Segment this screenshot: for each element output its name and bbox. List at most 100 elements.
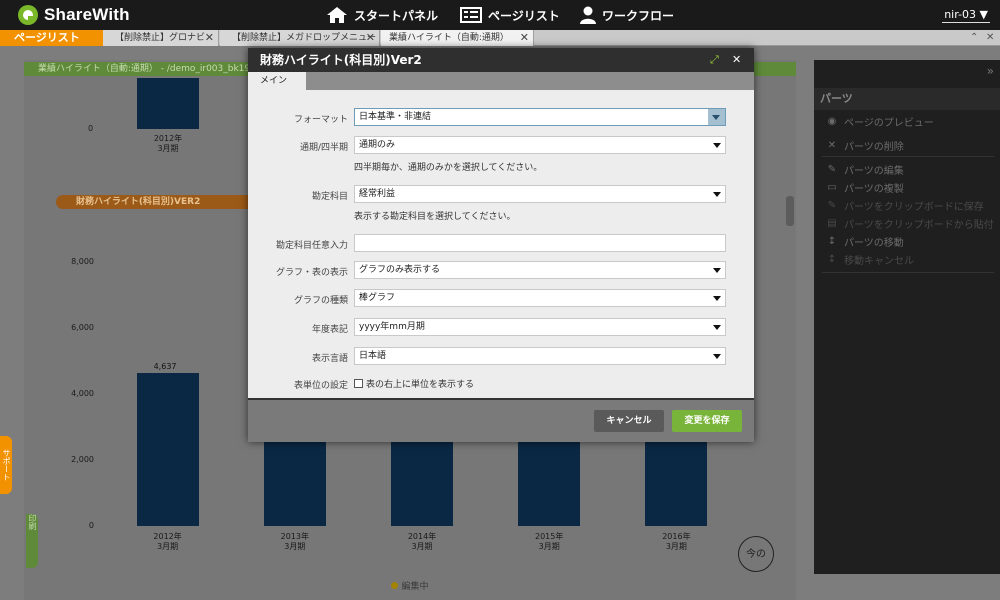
tab-main[interactable]: メイン: [248, 72, 306, 91]
period-select[interactable]: 通期のみ: [354, 136, 726, 154]
now-round-button[interactable]: 今の: [738, 536, 774, 572]
expand-icon[interactable]: ⤢: [710, 48, 719, 72]
support-side-tab[interactable]: サポート: [0, 436, 12, 494]
panel-title: パーツ: [814, 88, 1000, 110]
top-chart-zero-label: 0: [88, 124, 94, 133]
tab-performance-highlight[interactable]: 業績ハイライト（自動:通期） ✕: [381, 30, 534, 46]
nav-workflow-label: ワークフロー: [602, 8, 675, 23]
top-header: ShareWith スタートパネル ページリスト ワークフロー nir-03 ▼: [0, 0, 1000, 30]
y-tick-label: 6,000: [71, 323, 94, 332]
dialog-tab-strip: [248, 72, 754, 90]
move-part-item[interactable]: ↕ パーツの移動: [826, 234, 904, 249]
logo-text: ShareWith: [44, 5, 130, 24]
duplicate-part-item[interactable]: ▭ パーツの複製: [826, 180, 904, 195]
display-label: グラフ・表の表示: [275, 268, 348, 278]
paste-icon: ▤: [827, 218, 837, 229]
unit-checkbox-row[interactable]: 表の右上に単位を表示する: [354, 377, 474, 390]
logo-icon: [18, 5, 38, 25]
chevron-down-icon: [713, 143, 721, 148]
rp-label: パーツをクリップボードから貼付: [844, 220, 994, 231]
paste-from-clipboard-item[interactable]: ▤ パーツをクリップボードから貼付: [826, 216, 994, 231]
display-select[interactable]: グラフのみ表示する: [354, 261, 726, 279]
tab-glonavi[interactable]: 【削除禁止】グロナビ ✕: [103, 30, 219, 46]
home-icon: [327, 7, 347, 23]
account-free-input[interactable]: [354, 234, 726, 252]
move-icon: ↕: [827, 254, 837, 265]
chevron-down-icon: ▼: [979, 8, 988, 21]
edit-part-item[interactable]: ✎ パーツの編集: [826, 162, 904, 177]
print-side-tab[interactable]: 印刷: [26, 514, 38, 568]
graph-type-value: 棒グラフ: [359, 293, 396, 303]
chevron-down-icon: [713, 354, 721, 359]
tab-row: ページリスト 【削除禁止】グロナビ ✕ 【削除禁止】メガドロップメニュー ✕ 業…: [0, 30, 1000, 46]
graph-type-select[interactable]: 棒グラフ: [354, 289, 726, 307]
format-select[interactable]: 日本基準・非連結: [354, 108, 726, 126]
dialog-footer: キャンセル 変更を保存: [248, 398, 754, 442]
close-icon[interactable]: ✕: [205, 30, 214, 46]
account-help: 表示する勘定科目を選択してください。: [354, 212, 516, 222]
divider: [822, 272, 994, 273]
tab-mega-dropdown[interactable]: 【削除禁止】メガドロップメニュー ✕: [220, 30, 380, 46]
dialog-title: 財務ハイライト(科目別)Ver2: [248, 48, 754, 72]
tab-label: 【削除禁止】メガドロップメニュー: [232, 33, 377, 43]
period-label: 通期/四半期: [299, 143, 348, 153]
page-scrollbar[interactable]: [786, 196, 794, 226]
rp-label: パーツの複製: [844, 184, 904, 195]
y-tick-label: 0: [88, 521, 94, 530]
language-label: 表示言語: [311, 354, 348, 364]
close-icon[interactable]: ✕: [520, 30, 529, 46]
rp-label: 移動キャンセル: [844, 256, 914, 267]
user-icon: [580, 6, 596, 24]
account-select[interactable]: 経常利益: [354, 185, 726, 203]
nav-start-panel[interactable]: スタートパネル: [326, 0, 438, 30]
year-format-select[interactable]: yyyy年mm月期: [354, 318, 726, 336]
cancel-button[interactable]: キャンセル: [594, 410, 664, 432]
save-to-clipboard-item[interactable]: ✎ パーツをクリップボードに保存: [826, 198, 984, 213]
close-icon[interactable]: ✕: [366, 30, 375, 46]
display-value: グラフのみ表示する: [359, 265, 441, 275]
chevron-down-icon: [708, 109, 725, 125]
nav-start-panel-label: スタートパネル: [354, 8, 439, 23]
cancel-move-item[interactable]: ↕ 移動キャンセル: [826, 252, 914, 267]
edit-part-dialog: 財務ハイライト(科目別)Ver2 ⤢ ✕ メイン フォーマット 日本基準・非連結…: [248, 48, 754, 442]
chart-bar: [136, 372, 199, 526]
dialog-form: フォーマット 日本基準・非連結 通期/四半期 通期のみ 四半期毎か、通期のみかを…: [248, 90, 754, 398]
account-label: 勘定科目: [311, 192, 348, 202]
unit-checkbox[interactable]: [354, 379, 363, 388]
graph-type-label: グラフの種類: [293, 296, 348, 306]
language-select[interactable]: 日本語: [354, 347, 726, 365]
format-value: 日本基準・非連結: [359, 112, 432, 122]
x-category-label: 2013年 3月期: [280, 532, 309, 551]
close-all-tabs-icon[interactable]: ✕: [986, 30, 994, 46]
pencil-icon: ✎: [827, 164, 837, 175]
save-changes-button[interactable]: 変更を保存: [672, 410, 742, 432]
x-category-label: 2014年 3月期: [407, 532, 437, 551]
chevron-down-icon: [713, 325, 721, 330]
tab-label: 【削除禁止】グロナビ: [115, 33, 206, 43]
language-value: 日本語: [359, 351, 387, 361]
double-chevron-right-icon[interactable]: »: [987, 64, 994, 78]
right-panel: » パーツ ◉ ページのプレビュー ✕ パーツの削除 ✎ パーツの編集 ▭ パーツの複製…: [814, 60, 1000, 574]
y-tick-label: 2,000: [71, 455, 94, 464]
x-category-label: 2016年 3月期: [662, 532, 691, 551]
nav-workflow[interactable]: ワークフロー: [580, 0, 674, 30]
nav-page-list[interactable]: ページリスト: [460, 0, 560, 30]
rp-label: パーツの移動: [844, 238, 904, 249]
close-icon[interactable]: ✕: [732, 48, 741, 72]
rp-label: パーツの編集: [844, 166, 904, 177]
part-title-pill: 財務ハイライト(科目別)VER2: [56, 195, 256, 209]
bar-data-label: 4,637: [153, 361, 177, 371]
preview-page-item[interactable]: ◉ ページのプレビュー: [826, 114, 934, 129]
logo[interactable]: ShareWith: [18, 4, 130, 26]
delete-part-item[interactable]: ✕ パーツの削除: [826, 138, 904, 153]
chevron-down-icon: [713, 268, 721, 273]
account-value: 経常利益: [359, 189, 396, 199]
y-tick-label: 8,000: [71, 257, 94, 266]
x-category-label: 2012年 3月期: [153, 532, 182, 551]
rp-label: パーツの削除: [844, 142, 904, 153]
collapse-tabs-icon[interactable]: ⌃: [970, 30, 978, 46]
nav-page-list-label: ページリスト: [488, 8, 560, 23]
rp-label: パーツをクリップボードに保存: [844, 202, 984, 213]
page-list-tab-button[interactable]: ページリスト: [0, 30, 103, 46]
user-menu[interactable]: nir-03 ▼: [942, 8, 990, 23]
